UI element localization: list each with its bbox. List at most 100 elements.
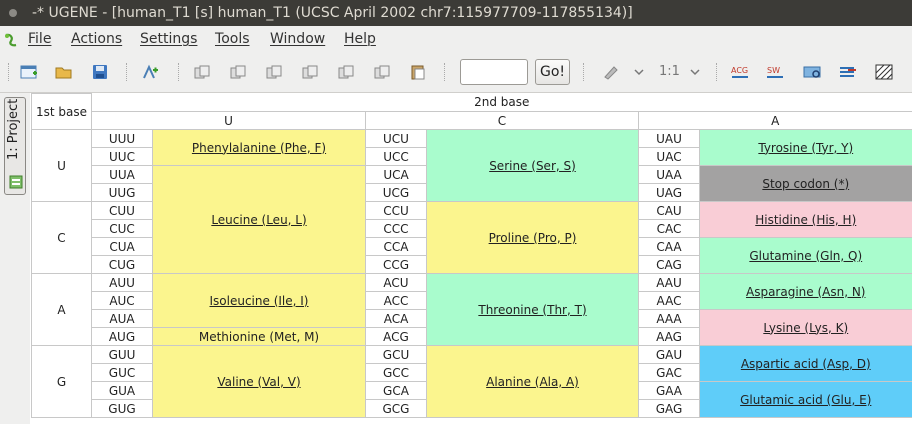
save-icon[interactable] — [89, 62, 111, 82]
codon-cell: GAC — [638, 363, 700, 382]
codon-cell: CUU — [91, 201, 153, 220]
codon-cell: UCG — [365, 183, 427, 202]
codon-cell: GUU — [91, 345, 153, 364]
codon-cell: AAA — [638, 309, 700, 328]
menu-settings[interactable]: Settings — [140, 31, 197, 47]
menu-help[interactable]: Help — [344, 31, 376, 47]
svg-text:ACG: ACG — [731, 66, 748, 75]
amino-acid-pro[interactable]: Proline (Pro, P) — [426, 201, 639, 274]
codon-cell: CCC — [365, 219, 427, 238]
menu-bar: File Actions Settings Tools Window Help — [0, 26, 912, 53]
amino-acid-asn[interactable]: Asparagine (Asn, N) — [699, 273, 912, 310]
menu-actions[interactable]: Actions — [71, 31, 122, 47]
amino-acid-stop[interactable]: Stop codon (*) — [699, 165, 912, 202]
codon-cell: GAG — [638, 399, 700, 418]
toolbar-separator — [716, 63, 718, 81]
first-base-c: C — [31, 201, 92, 274]
go-button[interactable]: Go! — [535, 59, 570, 85]
ugene-logo-icon — [5, 33, 17, 47]
codon-cell: UAA — [638, 165, 700, 184]
amino-acid-his[interactable]: Histidine (His, H) — [699, 201, 912, 238]
amino-acid-lys[interactable]: Lysine (Lys, K) — [699, 309, 912, 346]
project-icon — [9, 175, 23, 189]
copy-complement-icon[interactable] — [227, 62, 249, 82]
first-base-header: 1st base — [31, 93, 92, 130]
chevron-down-icon[interactable] — [628, 62, 650, 82]
side-panel: 1: Project — [0, 93, 30, 424]
codon-cell: AAG — [638, 327, 700, 346]
hatch-pattern-icon[interactable] — [873, 62, 895, 82]
first-base-u: U — [31, 129, 92, 202]
amino-acid-gln[interactable]: Glutamine (Gln, Q) — [699, 237, 912, 274]
amino-acid-phe[interactable]: Phenylalanine (Phe, F) — [152, 129, 366, 166]
codon-cell: GCA — [365, 381, 427, 400]
restriction-sites-icon[interactable]: ACG — [729, 62, 751, 82]
codon-cell: AUG — [91, 327, 153, 346]
codon-cell: GAU — [638, 345, 700, 364]
project-tab-label: 1: Project — [6, 98, 21, 160]
codon-cell: GUG — [91, 399, 153, 418]
codon-cell: CAC — [638, 219, 700, 238]
codon-cell: UCA — [365, 165, 427, 184]
find-pattern-icon[interactable] — [801, 62, 823, 82]
codon-cell: AAU — [638, 273, 700, 292]
codon-cell: ACA — [365, 309, 427, 328]
copy-annotation-icon[interactable] — [299, 62, 321, 82]
codon-cell: UUU — [91, 129, 153, 148]
codon-cell: UCC — [365, 147, 427, 166]
menu-window[interactable]: Window — [270, 31, 325, 47]
codon-cell: ACC — [365, 291, 427, 310]
chevron-down-icon[interactable] — [684, 62, 706, 82]
codon-cell: CCA — [365, 237, 427, 256]
codon-cell: AUU — [91, 273, 153, 292]
codon-cell: GCG — [365, 399, 427, 418]
codon-cell: CUC — [91, 219, 153, 238]
main-toolbar: Go! 1:1 ACG SW — [0, 53, 912, 93]
codon-cell: CUA — [91, 237, 153, 256]
amino-acid-thr[interactable]: Threonine (Thr, T) — [426, 273, 639, 346]
window-menu-icon[interactable] — [9, 9, 17, 17]
codon-cell: GCC — [365, 363, 427, 382]
smith-waterman-icon[interactable]: SW — [764, 62, 786, 82]
amino-acid-asp[interactable]: Aspartic acid (Asp, D) — [699, 345, 912, 382]
menu-tools[interactable]: Tools — [215, 31, 250, 47]
amino-acid-met[interactable]: Methionine (Met, M) — [152, 327, 366, 346]
menu-file[interactable]: File — [28, 31, 51, 47]
goto-position-input[interactable] — [460, 59, 528, 85]
amino-acid-val[interactable]: Valine (Val, V) — [152, 345, 366, 418]
second-base-u: U — [91, 111, 366, 130]
copy-text-icon[interactable] — [371, 62, 393, 82]
first-base-a: A — [31, 273, 92, 346]
codon-cell: GAA — [638, 381, 700, 400]
codon-cell: UAC — [638, 147, 700, 166]
window-title: -* UGENE - [human_T1 [s] human_T1 (UCSC … — [32, 5, 633, 21]
amino-acid-tyr[interactable]: Tyrosine (Tyr, Y) — [699, 129, 912, 166]
amino-acid-ala[interactable]: Alanine (Ala, A) — [426, 345, 639, 418]
paste-icon[interactable] — [407, 62, 429, 82]
toolbar-separator — [8, 63, 10, 81]
annotations-icon[interactable] — [837, 62, 859, 82]
codon-cell: CAG — [638, 255, 700, 274]
amino-acid-ser[interactable]: Serine (Ser, S) — [426, 129, 639, 202]
toolbar-separator — [178, 63, 180, 81]
codon-cell: UCU — [365, 129, 427, 148]
codon-cell: CCG — [365, 255, 427, 274]
add-object-icon[interactable] — [139, 62, 161, 82]
codon-cell: UUG — [91, 183, 153, 202]
second-base-c: C — [365, 111, 639, 130]
codon-cell: GCU — [365, 345, 427, 364]
new-project-icon[interactable] — [18, 62, 40, 82]
open-folder-icon[interactable] — [53, 62, 75, 82]
toolbar-separator — [126, 63, 128, 81]
codon-cell: AUA — [91, 309, 153, 328]
copy-translation-icon[interactable] — [263, 62, 285, 82]
codon-cell: UAU — [638, 129, 700, 148]
codon-cell: UUA — [91, 165, 153, 184]
pen-icon[interactable] — [600, 62, 622, 82]
copy-sequence-icon[interactable] — [191, 62, 213, 82]
amino-acid-leu[interactable]: Leucine (Leu, L) — [152, 165, 366, 274]
tab-project[interactable]: 1: Project — [4, 97, 26, 195]
copy-qualifier-icon[interactable] — [335, 62, 357, 82]
amino-acid-glu[interactable]: Glutamic acid (Glu, E) — [699, 381, 912, 418]
amino-acid-ile[interactable]: Isoleucine (Ile, I) — [152, 273, 366, 328]
